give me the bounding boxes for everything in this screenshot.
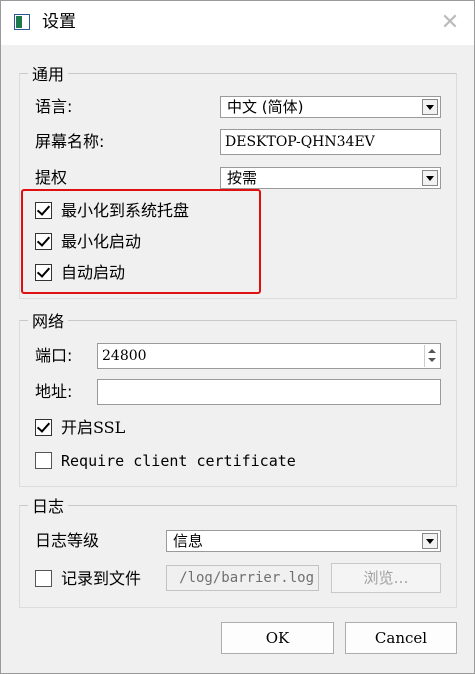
screen-name-input[interactable]: DESKTOP-QHN34EV <box>220 129 441 155</box>
port-label: 端口: <box>35 346 73 365</box>
title-bar: 设置 ✕ <box>1 1 474 45</box>
ssl-checkbox[interactable] <box>35 419 52 436</box>
settings-dialog: 设置 ✕ 通用 语言: 中文 (简体) 屏幕名称: DESKTOP-QHN34E… <box>0 0 475 674</box>
elevate-select[interactable]: 按需 <box>220 167 441 189</box>
log-level-label: 日志等级 <box>35 531 100 550</box>
spin-arrows-icon[interactable] <box>424 345 439 367</box>
screen-name-value: DESKTOP-QHN34EV <box>225 134 375 150</box>
ssl-label: 开启SSL <box>61 418 126 437</box>
log-to-file-label: 记录到文件 <box>61 569 142 588</box>
address-input[interactable] <box>97 379 441 405</box>
chevron-down-icon <box>422 99 438 115</box>
ok-button[interactable]: OK <box>221 622 334 654</box>
language-label: 语言: <box>35 97 73 116</box>
language-select[interactable]: 中文 (简体) <box>220 96 441 118</box>
port-spinbox[interactable]: 24800 <box>97 343 441 369</box>
log-path-input[interactable]: /log/barrier.log <box>166 565 319 591</box>
close-icon[interactable]: ✕ <box>436 9 464 37</box>
log-to-file-checkbox[interactable] <box>35 570 52 587</box>
screen-name-label: 屏幕名称: <box>35 132 105 151</box>
elevate-value: 按需 <box>227 169 258 187</box>
log-level-select[interactable]: 信息 <box>166 530 441 552</box>
address-label: 地址: <box>35 382 73 401</box>
log-level-value: 信息 <box>173 532 204 550</box>
highlight-box <box>21 189 261 294</box>
log-legend: 日志 <box>32 497 65 516</box>
chevron-down-icon <box>422 533 438 549</box>
chevron-down-icon <box>422 170 438 186</box>
client-cert-label: Require client certificate <box>61 452 296 470</box>
log-path-value: /log/barrier.log <box>179 570 314 586</box>
cancel-button[interactable]: Cancel <box>345 622 457 654</box>
port-value: 24800 <box>102 348 147 364</box>
client-cert-checkbox[interactable] <box>35 452 52 469</box>
general-legend: 通用 <box>32 65 65 84</box>
network-legend: 网络 <box>32 312 65 331</box>
elevate-label: 提权 <box>35 168 68 187</box>
app-icon <box>14 14 30 30</box>
window-title: 设置 <box>42 12 76 32</box>
language-value: 中文 (简体) <box>227 98 304 116</box>
browse-button[interactable]: 浏览… <box>331 563 441 593</box>
